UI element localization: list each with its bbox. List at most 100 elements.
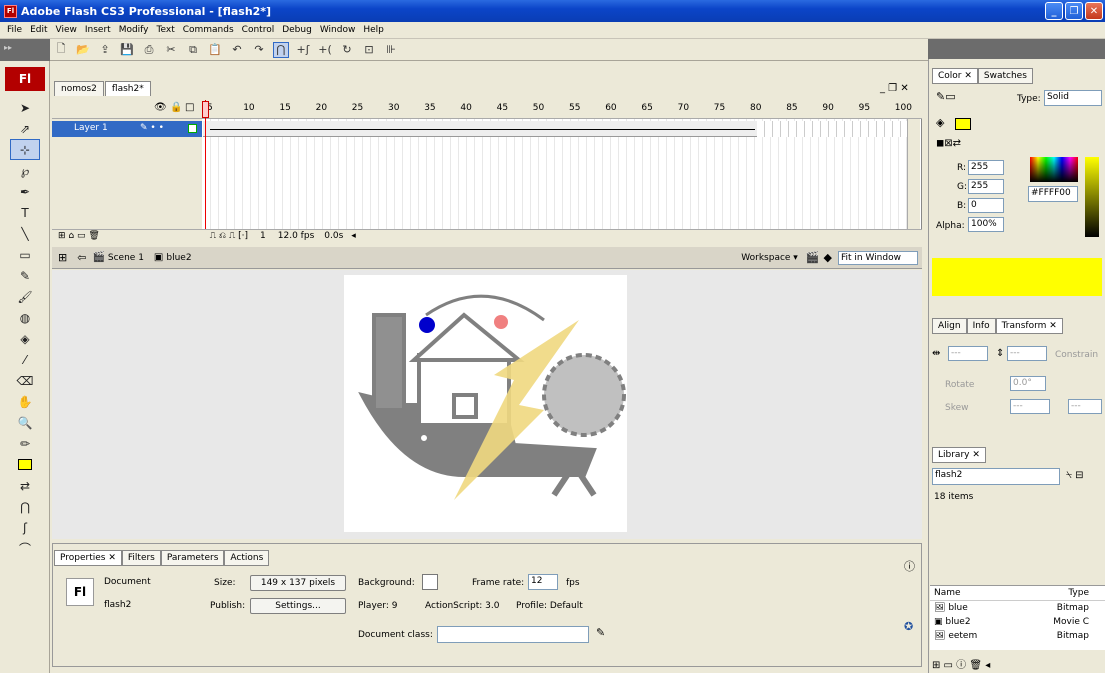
restore-button[interactable]: ❐ [1065, 2, 1083, 20]
snap-option-icon[interactable]: ⋂ [10, 496, 40, 517]
straighten-option-icon[interactable]: ⌒ [10, 538, 40, 559]
menu-insert[interactable]: Insert [81, 25, 115, 35]
library-col-type[interactable]: Type [1068, 588, 1089, 598]
free-transform-tool-icon[interactable]: ⊹ [10, 139, 40, 160]
lock-icon[interactable]: 🔒 [170, 102, 182, 113]
rectangle-tool-icon[interactable]: ▭ [10, 244, 40, 265]
brush-tool-icon[interactable]: 🖌 [10, 286, 40, 307]
rotate-input[interactable]: 0.0° [1010, 376, 1046, 391]
menu-control[interactable]: Control [238, 25, 279, 35]
eyedropper-tool-icon[interactable]: ⁄ [10, 349, 40, 370]
library-document-select[interactable]: flash2 [932, 468, 1060, 485]
scroll-left-icon[interactable]: ◂ [351, 231, 356, 241]
menu-edit[interactable]: Edit [26, 25, 51, 35]
workspace-menu[interactable]: Workspace ▾ [741, 253, 798, 263]
scene-name[interactable]: Scene 1 [108, 253, 144, 263]
menu-commands[interactable]: Commands [179, 25, 238, 35]
library-item[interactable]: 🖼 eetem Bitmap [930, 629, 1105, 643]
fill-color-icon[interactable] [10, 454, 40, 475]
add-layer-icon[interactable]: ⊞ ⌂ ▭ 🗑 [58, 231, 100, 241]
frame-ruler[interactable]: 5 10 15 20 25 30 35 40 45 50 55 60 65 70 75 80 85 90 95 100 [207, 103, 917, 115]
color-spectrum-picker[interactable] [1030, 157, 1078, 182]
tab-info[interactable]: Info [966, 318, 996, 334]
scale-height-input[interactable]: --- [1007, 346, 1047, 361]
size-button[interactable]: 149 x 137 pixels [250, 575, 346, 591]
onion-skin-icon[interactable]: ⎍ ⎌ ⎍ [·] [210, 231, 248, 241]
blue-input[interactable]: 0 [968, 198, 1004, 213]
show-hide-icon[interactable]: 👁 [154, 102, 167, 113]
stroke-color-icon[interactable]: ✎▭ [936, 90, 956, 103]
line-tool-icon[interactable]: ╲ [10, 223, 40, 244]
doc-window-controls[interactable]: _ ❐ ✕ [880, 83, 909, 94]
skew-h-input[interactable]: --- [1010, 399, 1050, 414]
background-color-swatch[interactable] [422, 574, 438, 590]
lasso-tool-icon[interactable]: ℘ [10, 160, 40, 181]
rotate-radio[interactable]: Rotate [945, 380, 974, 390]
menu-file[interactable]: File [3, 25, 26, 35]
constrain-checkbox[interactable]: Constrain [1055, 350, 1098, 360]
straighten-icon[interactable]: +( [317, 42, 333, 58]
zoom-select[interactable]: Fit in Window [838, 250, 918, 265]
open-file-icon[interactable]: 📂 [75, 42, 91, 58]
accessibility-icon[interactable]: ✪ [904, 620, 913, 633]
library-item[interactable]: 🖼 blue Bitmap [930, 601, 1105, 615]
paste-icon[interactable]: 📋 [207, 42, 223, 58]
skew-v-input[interactable]: --- [1068, 399, 1102, 414]
pin-library-icon[interactable]: ⍀ ⊟ [1066, 470, 1084, 481]
skew-radio[interactable]: Skew [945, 403, 969, 413]
stage[interactable] [344, 275, 627, 532]
brightness-slider[interactable] [1085, 157, 1099, 237]
save-icon[interactable]: 💾 [119, 42, 135, 58]
framerate-input[interactable]: 12 [528, 574, 558, 590]
timeline-toggle-icon[interactable]: ⊞ [58, 251, 67, 264]
smooth-icon[interactable]: +ʃ [295, 42, 311, 58]
ink-bottle-tool-icon[interactable]: ◍ [10, 307, 40, 328]
pencil-tool-icon[interactable]: ✎ [10, 265, 40, 286]
help-icon[interactable]: ⓘ [904, 558, 915, 574]
text-tool-icon[interactable]: T [10, 202, 40, 223]
tab-swatches[interactable]: Swatches [977, 68, 1033, 84]
menu-window[interactable]: Window [316, 25, 360, 35]
tab-filters[interactable]: Filters [121, 550, 161, 566]
copy-icon[interactable]: ⧉ [185, 42, 201, 58]
bridge-icon[interactable]: ⇪ [97, 42, 113, 58]
library-item[interactable]: ▣ blue2 Movie C [930, 615, 1105, 629]
timeline-scrollbar[interactable] [907, 119, 920, 229]
tab-properties[interactable]: Properties ✕ [54, 550, 122, 566]
scale-icon[interactable]: ⊡ [361, 42, 377, 58]
redo-icon[interactable]: ↷ [251, 42, 267, 58]
tab-transform[interactable]: Transform ✕ [995, 318, 1063, 334]
green-input[interactable]: 255 [968, 179, 1004, 194]
eraser-tool-icon[interactable]: ⌫ [10, 370, 40, 391]
stroke-color-icon[interactable]: ✏ [10, 433, 40, 454]
print-icon[interactable]: ⎙ [141, 42, 157, 58]
symbol-name[interactable]: blue2 [166, 253, 191, 263]
document-class-input[interactable] [437, 626, 589, 643]
paint-bucket-tool-icon[interactable]: ◈ [10, 328, 40, 349]
doc-tab-nomos2[interactable]: nomos2 [54, 81, 104, 96]
scale-width-input[interactable]: --- [948, 346, 988, 361]
swap-colors-icon[interactable]: ⇄ [10, 475, 40, 496]
stage-artwork[interactable] [344, 275, 627, 532]
library-col-name[interactable]: Name [934, 588, 961, 598]
subselection-tool-icon[interactable]: ⇗ [10, 118, 40, 139]
library-footer-icons[interactable]: ⊞ ▭ ⓘ 🗑 ◂ [932, 656, 990, 671]
menu-text[interactable]: Text [153, 25, 179, 35]
red-input[interactable]: 255 [968, 160, 1004, 175]
doc-tab-flash2[interactable]: flash2* [104, 81, 151, 96]
cut-icon[interactable]: ✂ [163, 42, 179, 58]
pen-tool-icon[interactable]: ✒ [10, 181, 40, 202]
rotate-icon[interactable]: ↻ [339, 42, 355, 58]
tab-actions[interactable]: Actions [224, 550, 270, 566]
zoom-tool-icon[interactable]: 🔍 [10, 412, 40, 433]
back-arrow-icon[interactable]: ⇦ [77, 251, 86, 264]
edit-class-pencil-icon[interactable]: ✎ [596, 626, 605, 639]
close-button[interactable]: ✕ [1085, 2, 1103, 20]
align-icon[interactable]: ⊪ [383, 42, 399, 58]
menu-help[interactable]: Help [359, 25, 388, 35]
tab-library[interactable]: Library ✕ [932, 447, 986, 463]
hex-input[interactable]: #FFFF00 [1028, 186, 1078, 202]
default-colors-icon[interactable]: ◼⊠⇄ [936, 138, 961, 149]
fill-color-chip[interactable] [955, 118, 971, 130]
playhead[interactable] [205, 100, 206, 240]
